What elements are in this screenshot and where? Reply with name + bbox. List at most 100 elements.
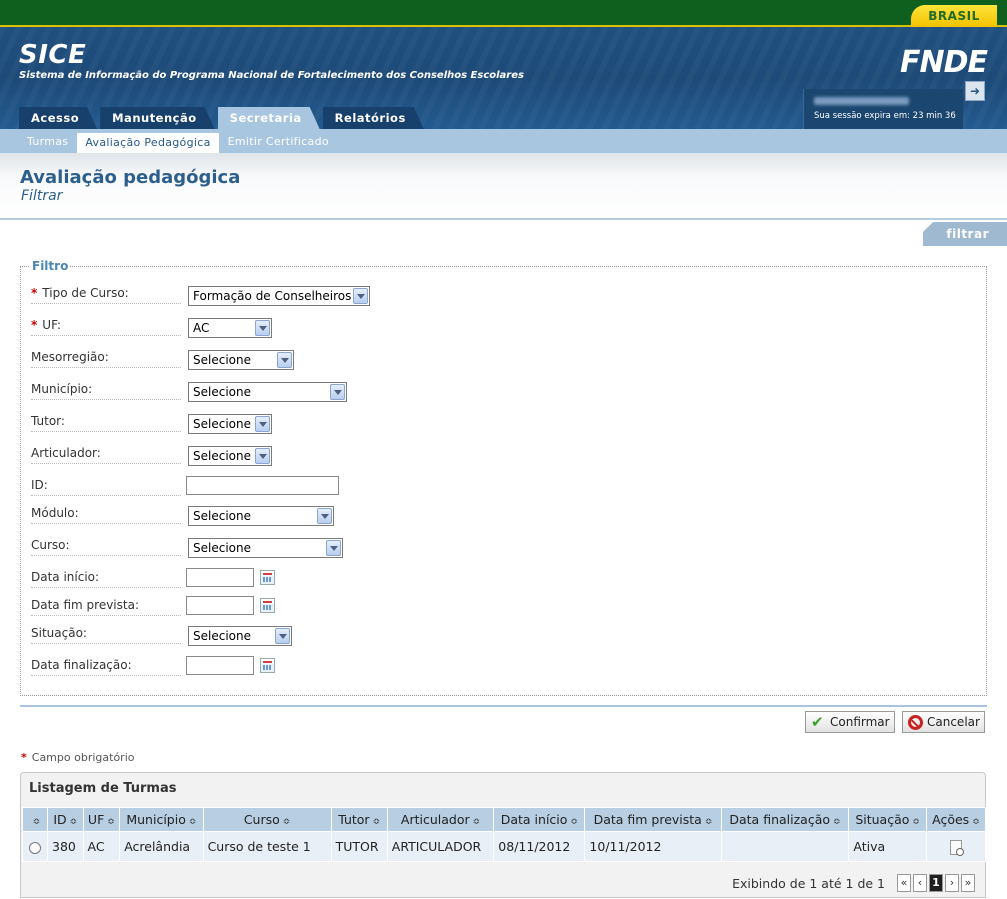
- last-page-button[interactable]: »: [961, 874, 975, 892]
- column-header-articulador[interactable]: Articulador ≎: [386, 807, 495, 832]
- row-select-radio[interactable]: [29, 841, 41, 854]
- menu-item-relatorios[interactable]: Relatórios: [323, 107, 424, 129]
- tutor-select[interactable]: Selecione: [188, 414, 272, 434]
- curso-select[interactable]: Selecione: [188, 538, 343, 558]
- cell-uf: AC: [82, 831, 121, 862]
- cell-data-fim-prevista: 10/11/2012: [584, 831, 722, 862]
- column-header-acoes[interactable]: Ações ≎: [925, 807, 987, 832]
- sort-icon: ≎: [833, 817, 841, 827]
- modulo-select[interactable]: Selecione: [188, 506, 334, 526]
- chevron-down-icon: [330, 384, 345, 400]
- column-header-municipio[interactable]: Município ≎: [119, 807, 204, 832]
- articulador-label: Articulador:: [31, 446, 181, 464]
- chevron-down-icon: [255, 448, 270, 464]
- page-subtitle: Filtrar: [21, 188, 63, 204]
- municipio-label: Município:: [31, 382, 181, 400]
- sort-icon: ≎: [32, 817, 41, 827]
- sort-icon: ≎: [704, 817, 713, 827]
- session-box: Sua sessão expira em: 23 min 36: [803, 89, 963, 129]
- uf-label: * UF:: [31, 318, 181, 336]
- column-header-data-fim-prevista[interactable]: Data fim prevista ≎: [584, 807, 722, 832]
- cell-data-inicio: 08/11/2012: [493, 831, 586, 862]
- situacao-select[interactable]: Selecione: [188, 626, 292, 646]
- sort-icon: ≎: [107, 817, 115, 827]
- main-menu: Acesso Manutenção Secretaria Relatórios: [19, 107, 427, 129]
- submenu: Turmas Avaliação Pedagógica Emitir Certi…: [0, 129, 1007, 153]
- fnde-logo: FNDE: [900, 45, 988, 80]
- calendar-icon[interactable]: [260, 598, 275, 613]
- column-header-situacao[interactable]: Situação ≎: [848, 807, 927, 832]
- cell-curso: Curso de teste 1: [202, 831, 332, 862]
- data-inicio-input[interactable]: [186, 568, 254, 587]
- column-header-uf[interactable]: UF ≎: [82, 807, 121, 832]
- current-page-button[interactable]: 1: [929, 874, 943, 892]
- filtrar-tab[interactable]: filtrar: [923, 222, 1007, 246]
- pager: Exibindo de 1 até 1 de 1 « ‹ 1 › »: [732, 874, 975, 892]
- prev-page-button[interactable]: ‹: [913, 874, 927, 892]
- column-header-id[interactable]: ID ≎: [47, 807, 84, 832]
- turmas-table: ≎ ID ≎ UF ≎ Município ≎ Curso ≎ Tutor ≎ Artic…: [22, 807, 987, 862]
- id-input[interactable]: [186, 476, 339, 495]
- required-note: * Campo obrigatório: [21, 751, 135, 764]
- cell-municipio: Acrelândia: [119, 831, 204, 862]
- mesorregiao-label: Mesorregião:: [31, 350, 181, 368]
- row-radio-cell: [22, 831, 48, 862]
- confirm-button[interactable]: Confirmar: [805, 711, 895, 733]
- cancel-button[interactable]: Cancelar: [902, 711, 985, 733]
- modulo-label: Módulo:: [31, 506, 181, 524]
- menu-item-secretaria[interactable]: Secretaria: [218, 107, 320, 129]
- required-mark: *: [31, 318, 38, 332]
- column-header-data-finalizacao[interactable]: Data finalização ≎: [720, 807, 850, 832]
- page-heading: Avaliação pedagógica Filtrar: [0, 153, 1007, 220]
- situacao-label: Situação:: [31, 626, 181, 644]
- data-fim-prevista-input[interactable]: [186, 596, 254, 615]
- column-header-tutor[interactable]: Tutor ≎: [330, 807, 388, 832]
- app-header: SICE Sistema de Informação do Programa N…: [0, 27, 1007, 129]
- submenu-item-emitir-certificado[interactable]: Emitir Certificado: [220, 132, 337, 153]
- tipo-curso-select[interactable]: Formação de Conselheiros: [188, 286, 370, 306]
- next-page-button[interactable]: ›: [945, 874, 959, 892]
- sort-icon: ≎: [472, 817, 481, 827]
- sort-icon: ≎: [282, 817, 291, 827]
- sort-icon: ≎: [912, 817, 920, 827]
- cancel-icon: [908, 715, 923, 730]
- menu-item-acesso[interactable]: Acesso: [19, 107, 97, 129]
- sort-icon: ≎: [372, 817, 381, 827]
- select-column-header[interactable]: ≎: [22, 807, 48, 832]
- logout-icon[interactable]: ➜: [965, 81, 985, 101]
- page-title: Avaliação pedagógica: [20, 167, 241, 188]
- calendar-icon[interactable]: [260, 658, 275, 673]
- tipo-curso-label: * Tipo de Curso:: [31, 286, 181, 304]
- data-inicio-label: Data início:: [31, 570, 181, 588]
- brasil-link[interactable]: BRASIL: [911, 5, 997, 27]
- submenu-item-turmas[interactable]: Turmas: [19, 132, 76, 153]
- chevron-down-icon: [326, 540, 341, 556]
- gov-bar: BRASIL: [0, 0, 1007, 27]
- submenu-item-avaliacao-pedagogica[interactable]: Avaliação Pedagógica: [76, 132, 220, 153]
- required-mark: *: [21, 751, 27, 764]
- required-mark: *: [31, 286, 38, 300]
- mesorregiao-select[interactable]: Selecione: [188, 350, 294, 370]
- cell-data-finalizacao: [720, 831, 850, 862]
- municipio-select[interactable]: Selecione: [188, 382, 347, 402]
- table-row: 380 AC Acrelândia Curso de teste 1 TUTOR…: [22, 831, 987, 862]
- chevron-down-icon: [317, 508, 332, 524]
- data-finalizacao-input[interactable]: [186, 656, 254, 675]
- uf-select[interactable]: AC: [188, 318, 272, 338]
- first-page-button[interactable]: «: [897, 874, 911, 892]
- listing-panel: Listagem de Turmas ≎ ID ≎ UF ≎ Município ≎ …: [20, 772, 987, 898]
- view-details-icon[interactable]: [949, 839, 964, 856]
- column-header-data-inicio[interactable]: Data início ≎: [493, 807, 586, 832]
- chevron-down-icon: [275, 628, 290, 644]
- filter-legend: Filtro: [30, 259, 71, 273]
- calendar-icon[interactable]: [260, 570, 275, 585]
- data-finalizacao-label: Data finalização:: [31, 658, 181, 676]
- menu-item-manutencao[interactable]: Manutenção: [100, 107, 215, 129]
- table-header-row: ≎ ID ≎ UF ≎ Município ≎ Curso ≎ Tutor ≎ Artic…: [22, 807, 987, 832]
- sort-icon: ≎: [69, 817, 78, 827]
- column-header-curso[interactable]: Curso ≎: [202, 807, 332, 832]
- sort-icon: ≎: [188, 817, 197, 827]
- id-label: ID:: [31, 478, 181, 496]
- data-fim-prevista-label: Data fim prevista:: [31, 598, 181, 616]
- articulador-select[interactable]: Selecione: [188, 446, 272, 466]
